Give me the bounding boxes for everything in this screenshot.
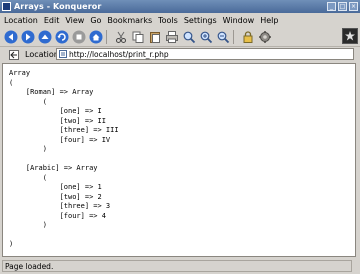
print-icon[interactable] [164, 29, 179, 44]
close-button[interactable]: × [349, 2, 358, 11]
security-lock-icon[interactable] [240, 29, 255, 44]
cut-icon[interactable] [113, 29, 128, 44]
up-icon[interactable] [37, 29, 52, 44]
menu-bookmarks[interactable]: Bookmarks [104, 16, 155, 25]
konqueror-throbber-icon [342, 28, 358, 44]
status-bar: Page loaded. [0, 259, 360, 274]
copy-icon[interactable] [130, 29, 145, 44]
reload-icon[interactable] [54, 29, 69, 44]
menu-go[interactable]: Go [87, 16, 104, 25]
zoom-out-icon[interactable] [215, 29, 230, 44]
url-input[interactable]: http://localhost/print_r.php [56, 48, 354, 60]
main-toolbar [0, 27, 360, 47]
toolbar-separator [233, 29, 234, 44]
page-favicon-icon [59, 50, 67, 58]
menu-help[interactable]: Help [257, 16, 281, 25]
location-bar: Location: http://localhost/print_r.php [0, 47, 360, 62]
clear-location-icon[interactable] [9, 50, 19, 60]
settings-icon[interactable] [257, 29, 272, 44]
url-text: http://localhost/print_r.php [69, 49, 169, 59]
toolbar-separator [106, 29, 107, 44]
menu-location[interactable]: Location [0, 16, 41, 25]
menu-edit[interactable]: Edit [41, 16, 63, 25]
back-icon[interactable] [3, 29, 18, 44]
menu-bar: Location Edit View Go Bookmarks Tools Se… [0, 14, 360, 26]
home-icon[interactable] [88, 29, 103, 44]
menu-tools[interactable]: Tools [155, 16, 181, 25]
stop-icon[interactable] [71, 29, 86, 44]
page-content[interactable]: Array ( [Roman] => Array ( [one] => I [t… [2, 63, 356, 257]
zoom-in-icon[interactable] [198, 29, 213, 44]
konqueror-app-icon[interactable] [2, 2, 11, 11]
window-title: Arrays - Konqueror [14, 2, 102, 11]
paste-icon[interactable] [147, 29, 162, 44]
title-bar[interactable]: Arrays - Konqueror _ □ × [0, 0, 360, 13]
find-icon[interactable] [181, 29, 196, 44]
menu-window[interactable]: Window [220, 16, 258, 25]
menu-view[interactable]: View [62, 16, 87, 25]
status-text: Page loaded. [2, 260, 352, 272]
forward-icon[interactable] [20, 29, 35, 44]
print-r-output: Array ( [Roman] => Array ( [one] => I [t… [9, 69, 119, 248]
maximize-button[interactable]: □ [338, 2, 347, 11]
menu-settings[interactable]: Settings [181, 16, 220, 25]
minimize-button[interactable]: _ [327, 2, 336, 11]
